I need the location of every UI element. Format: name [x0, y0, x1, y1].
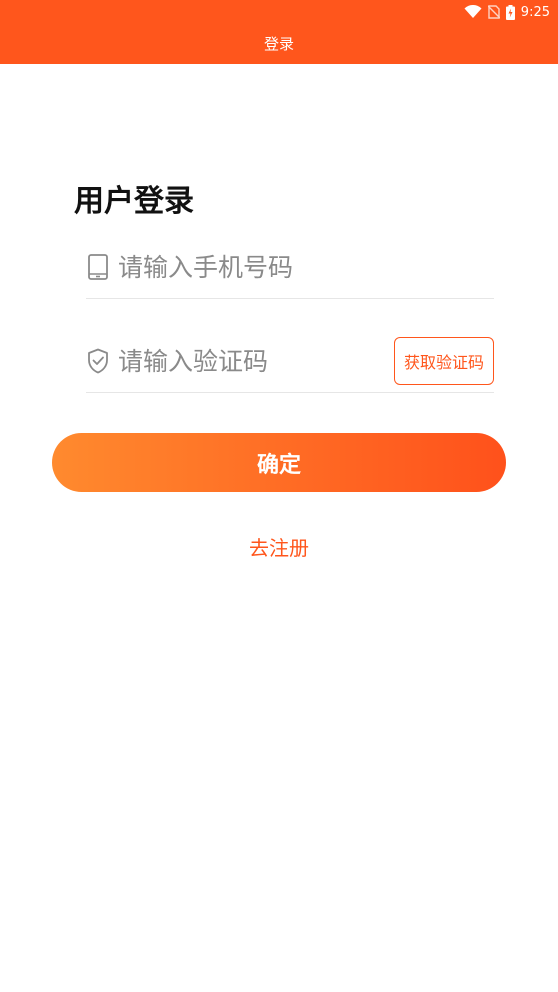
- battery-charging-icon: [505, 4, 515, 20]
- app-bar-title: 登录: [263, 35, 294, 53]
- shield-check-icon: [86, 347, 110, 375]
- register-link[interactable]: 去注册: [0, 534, 558, 562]
- app-bar: 9:25 登录: [0, 0, 558, 64]
- no-sim-icon: [487, 5, 500, 19]
- status-time: 9:25: [520, 4, 550, 20]
- get-code-button[interactable]: 获取验证码: [394, 337, 494, 385]
- phone-field: [86, 236, 494, 299]
- code-field: 获取验证码: [86, 330, 494, 393]
- phone-icon: [86, 253, 110, 281]
- status-bar: 9:25: [464, 2, 550, 22]
- confirm-button[interactable]: 确定: [52, 433, 506, 492]
- wifi-icon: [464, 5, 482, 19]
- page-title: 用户登录: [74, 184, 194, 219]
- phone-input[interactable]: [118, 247, 494, 287]
- code-input[interactable]: [118, 341, 394, 381]
